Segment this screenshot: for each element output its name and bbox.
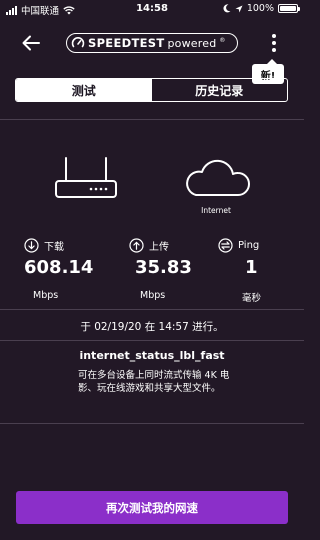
download-value: 608.14 [24, 257, 94, 278]
cloud-icon [186, 159, 250, 196]
divider [0, 423, 304, 424]
tab-test[interactable]: 测试 [16, 79, 152, 101]
battery-icon [278, 4, 300, 13]
test-date: 于 02/19/20 在 14:57 进行。 [80, 321, 224, 333]
divider [0, 119, 304, 120]
upload-metric: 上传 35.83 Mbps [129, 238, 219, 301]
status-bar: 中国联通 14:58 100% [0, 0, 304, 20]
upload-icon [129, 238, 144, 253]
battery-fill [280, 6, 296, 11]
ping-value: 1 [245, 257, 258, 278]
download-unit: Mbps [33, 290, 59, 301]
ping-metric: Ping 1 毫秒 [218, 238, 278, 304]
registered-mark: ® [219, 37, 226, 44]
divider [0, 340, 304, 341]
gauge-icon [71, 37, 85, 48]
internet-label: Internet [201, 206, 231, 215]
status-description: 可在多台设备上同时流式传输 4K 电影、玩在线游戏和共享大型文件。 [78, 370, 230, 394]
upload-label: 上传 [149, 242, 169, 253]
speedtest-logo: SPEEDTEST powered ® [66, 33, 238, 53]
back-arrow-icon[interactable] [18, 30, 44, 56]
download-label: 下载 [44, 242, 64, 253]
battery-percent: 100% [246, 3, 274, 14]
tab-history[interactable]: 历史记录 [152, 79, 288, 101]
status-title: internet_status_lbl_fast [79, 349, 225, 362]
tab-bar: 测试 历史记录 [15, 78, 288, 102]
download-icon [24, 238, 39, 253]
divider [0, 309, 304, 310]
ping-icon [218, 238, 233, 253]
ping-label: Ping [238, 240, 260, 251]
router-icon [55, 157, 117, 198]
moon-icon [223, 4, 231, 13]
upload-value: 35.83 [135, 257, 192, 278]
more-menu-icon[interactable] [266, 30, 282, 56]
app-header: SPEEDTEST powered ® [0, 22, 304, 66]
download-metric: 下载 608.14 Mbps [24, 238, 114, 301]
status-right: 100% [223, 3, 300, 14]
retest-button[interactable]: 再次测试我的网速 [16, 491, 288, 524]
logo-text-bold: SPEEDTEST [88, 36, 165, 50]
location-icon [235, 5, 243, 12]
upload-unit: Mbps [140, 290, 166, 301]
ping-unit: 毫秒 [242, 293, 262, 304]
logo-text-light: powered [167, 36, 217, 50]
